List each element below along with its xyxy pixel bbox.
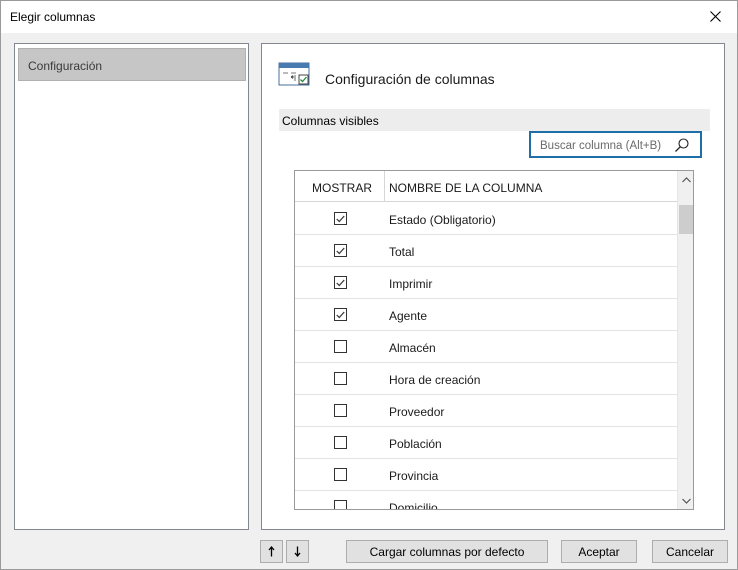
checkmark-icon [336,247,345,254]
column-name: Agente [389,309,428,323]
column-name: Proveedor [389,405,445,419]
chevron-down-icon [682,498,691,504]
table-row[interactable]: Estado (Obligatorio) [295,203,677,235]
table-row[interactable]: Imprimir [295,267,677,299]
columns-config-icon [278,62,310,86]
table-row[interactable]: Proveedor [295,395,677,427]
title-bar: Elegir columnas [1,1,737,33]
column-name: Población [389,437,442,451]
chevron-up-icon [682,176,691,182]
columns-grid: MOSTRAR NOMBRE DE LA COLUMNA Estado (Obl… [294,170,694,510]
table-row[interactable]: Almacén [295,331,677,363]
show-checkbox[interactable] [334,276,347,289]
show-checkbox[interactable] [334,308,347,321]
dialog-title: Elegir columnas [10,10,96,24]
section-header: Columnas visibles [279,109,710,131]
show-checkbox[interactable] [334,436,347,449]
table-row[interactable]: Domicilio [295,491,677,510]
sidebar-item-label: Configuración [28,59,103,73]
panel-title: Configuración de columnas [325,71,495,87]
scroll-up-button[interactable] [678,171,693,188]
table-row[interactable]: Provincia [295,459,677,491]
dialog-window: Elegir columnas Configuración Configurac… [0,0,738,570]
move-down-button[interactable] [286,540,309,563]
column-name: Domicilio [389,501,438,510]
scroll-down-button[interactable] [678,492,693,509]
accept-button[interactable]: Aceptar [561,540,637,563]
show-checkbox[interactable] [334,468,347,481]
checkmark-icon [336,311,345,318]
vertical-scrollbar[interactable] [677,171,693,509]
config-panel: Configuración de columnas Columnas visib… [261,43,725,530]
cancel-button[interactable]: Cancelar [652,540,728,563]
search-input[interactable] [540,138,670,154]
column-name: Provincia [389,469,439,483]
show-checkbox[interactable] [334,404,347,417]
grid-header: MOSTRAR NOMBRE DE LA COLUMNA [295,171,677,202]
search-icon[interactable] [674,137,690,153]
column-name: Hora de creación [389,373,481,387]
show-checkbox[interactable] [334,244,347,257]
checkmark-icon [336,215,345,222]
section-label: Columnas visibles [282,114,379,128]
grid-rows: Estado (Obligatorio) Total Imprimir Agente A… [295,203,677,510]
column-name: Estado (Obligatorio) [389,213,496,227]
scroll-thumb[interactable] [679,205,693,234]
close-icon [709,11,721,22]
show-checkbox[interactable] [334,212,347,225]
show-checkbox[interactable] [334,340,347,353]
checkmark-icon [336,279,345,286]
sidebar-item-configuracion[interactable]: Configuración [18,48,246,81]
load-defaults-button[interactable]: Cargar columnas por defecto [346,540,548,563]
arrow-down-icon [294,546,301,557]
show-checkbox[interactable] [334,500,347,509]
table-row[interactable]: Población [295,427,677,459]
close-button[interactable] [693,1,737,32]
search-box[interactable] [529,131,702,158]
table-row[interactable]: Hora de creación [295,363,677,395]
sidebar: Configuración [14,43,249,530]
arrow-up-icon [268,546,275,557]
move-up-button[interactable] [260,540,283,563]
column-name: Imprimir [389,277,433,291]
column-name: Almacén [389,341,436,355]
table-row[interactable]: Total [295,235,677,267]
column-name: Total [389,245,415,259]
table-row[interactable]: Agente [295,299,677,331]
column-header-show[interactable]: MOSTRAR [295,171,385,202]
show-checkbox[interactable] [334,372,347,385]
